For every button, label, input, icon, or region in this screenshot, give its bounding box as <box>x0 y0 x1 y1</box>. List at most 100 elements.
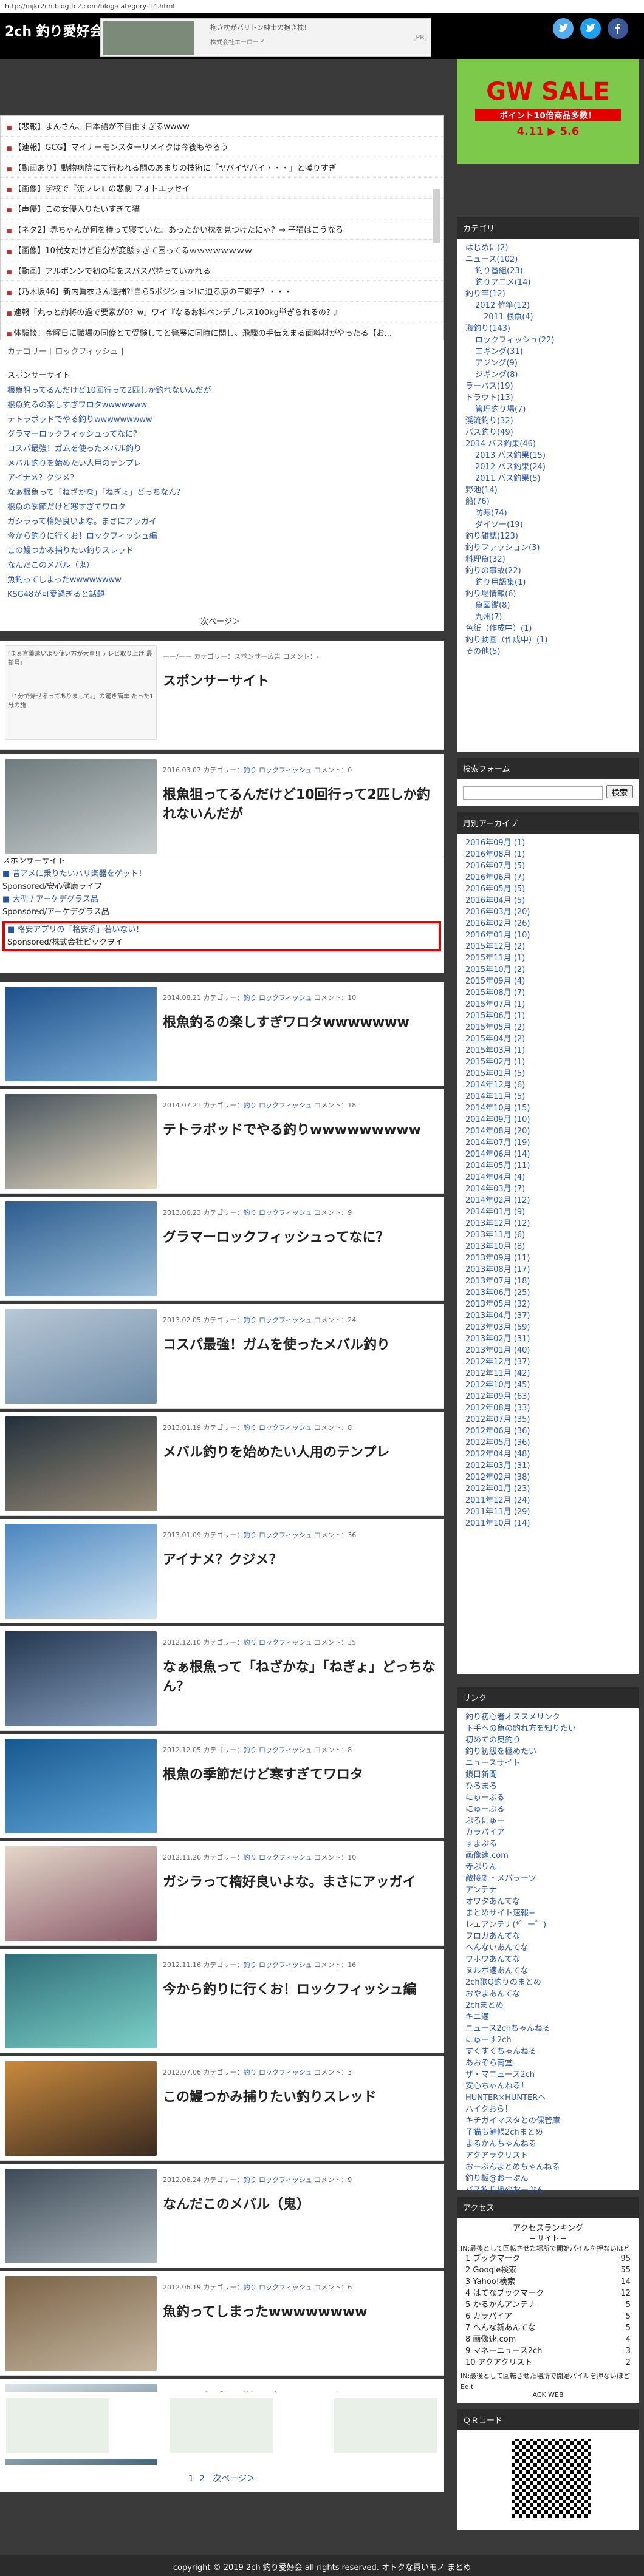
post-comments[interactable]: 9 <box>348 1209 352 1217</box>
sidebar-category[interactable]: 釣り雑誌(123) <box>457 531 639 542</box>
post-thumbnail[interactable] <box>5 1094 157 1189</box>
ranking-row[interactable]: 9 マネーニュース2ch 3 <box>457 2345 639 2357</box>
sidebar-category[interactable]: 2012 竹竿(12) <box>457 300 639 311</box>
post-thumbnail[interactable] <box>5 1201 157 1296</box>
archive-item[interactable]: 2012年08月 (33) <box>457 1402 639 1414</box>
ranking-site[interactable]: へんな新あんてな <box>473 2323 535 2333</box>
post-category-fishing[interactable]: 釣り <box>243 2068 256 2076</box>
post-thumbnail[interactable] <box>5 2276 157 2371</box>
post-category[interactable]: ロックフィッシュ <box>259 1746 312 1754</box>
page-2[interactable]: 2 <box>199 2474 205 2484</box>
archive-item[interactable]: 2014年04月 (4) <box>457 1172 639 1183</box>
antenna-item[interactable]: 【画像】学校で『流プレ』の悲劇 フォトエッセイ <box>1 178 443 199</box>
post-title[interactable]: この鰻つかみ捕りたい釣りスレッド <box>163 2088 436 2107</box>
ranking-site[interactable]: Yahoo!検索 <box>473 2277 515 2286</box>
post-comments[interactable]: 18 <box>348 1101 356 1109</box>
archive-item[interactable]: 2015年04月 (2) <box>457 1033 639 1045</box>
sidebar-category[interactable]: 九州(7) <box>457 611 639 623</box>
post-comments[interactable]: 3 <box>348 2068 352 2076</box>
sponsor-title[interactable]: スポンサーサイト <box>163 672 436 692</box>
post-category-fishing[interactable]: 釣り <box>243 994 256 1002</box>
ranking-row[interactable]: 6 カラパイア 5 <box>457 2311 639 2322</box>
sidebar-category[interactable]: ラーバス(19) <box>457 381 639 392</box>
link-item[interactable]: へんないあんてな <box>457 1942 639 1954</box>
footer-ad-item[interactable] <box>6 2398 109 2453</box>
post-title[interactable]: 根魚の季節だけど寒すぎてワロタ <box>163 1765 436 1785</box>
link-item[interactable]: フロガあんてな <box>457 1931 639 1942</box>
archive-item[interactable]: 2015年06月 (1) <box>457 1010 639 1022</box>
post-category[interactable]: ロックフィッシュ <box>259 994 312 1002</box>
footer-ad[interactable] <box>0 2392 444 2459</box>
ranking-site[interactable]: Google検索 <box>473 2266 516 2275</box>
post-comments[interactable]: 6 <box>348 2283 352 2291</box>
sidebar-category[interactable]: 釣りファッション(3) <box>457 542 639 554</box>
link-item[interactable]: HUNTER×HUNTERヘ <box>457 2092 639 2104</box>
sidebar-category[interactable]: 管理釣り場(7) <box>457 404 639 415</box>
post-category-fishing[interactable]: 釣り <box>243 766 256 774</box>
archive-item[interactable]: 2012年03月 (31) <box>457 1460 639 1472</box>
post-thumbnail[interactable] <box>5 2061 157 2156</box>
link-item[interactable]: ヌルボ速あんてな <box>457 1965 639 1977</box>
sidebar-category[interactable]: 防寒(74) <box>457 508 639 519</box>
ranking-row[interactable]: 8 画像速.com 4 <box>457 2334 639 2345</box>
sidebar-category[interactable]: 釣り動画（作成中）(1) <box>457 634 639 646</box>
sponsored-item[interactable]: ■ 大型 / アーケデグラス品 Sponsored/アーケデグラス品 <box>2 893 441 919</box>
post-title[interactable]: 根魚狙ってるんだけど10回行って2匹しか釣れないんだが <box>163 786 436 824</box>
ranking-edit[interactable]: Edit <box>457 2383 639 2391</box>
sponsored-item-text[interactable]: ■ 昔アメに乗りたいハリ楽器をゲット！ <box>2 868 441 880</box>
archive-item[interactable]: 2011年11月 (29) <box>457 1506 639 1518</box>
ranking-site[interactable]: 画像速.com <box>473 2335 516 2344</box>
link-item[interactable]: ニュース2chちゃんねる <box>457 2023 639 2034</box>
post-title[interactable]: グラマーロックフィッシュってなに？ <box>163 1228 436 1248</box>
link-item[interactable]: にゅーぷる <box>457 1792 639 1804</box>
ranking-row[interactable]: 3 Yahoo!検索 14 <box>457 2276 639 2288</box>
sidebar-category[interactable]: エギング(31) <box>457 346 639 358</box>
post-title[interactable]: 根魚釣るの楽しすぎワロタwwwwwww <box>163 1013 436 1033</box>
post-comments[interactable]: 36 <box>348 1531 356 1539</box>
link-item[interactable]: 寺ぷりん <box>457 1861 639 1873</box>
sidebar-category[interactable]: はじめに(2) <box>457 242 639 254</box>
ranking-row[interactable]: 5 かるかんアンテナ 5 <box>457 2299 639 2311</box>
archive-item[interactable]: 2014年05月 (11) <box>457 1160 639 1172</box>
link-item[interactable]: ザ・マニュース2ch <box>457 2069 639 2081</box>
sponsored-item-text[interactable]: ■ 大型 / アーケデグラス品 <box>2 893 441 906</box>
archive-item[interactable]: 2013年01月 (40) <box>457 1345 639 1356</box>
post-title[interactable]: 今から釣りに行くお！ロックフィッシュ編 <box>163 1980 436 2000</box>
search-input[interactable] <box>463 786 603 800</box>
post-thumbnail[interactable] <box>5 987 157 1081</box>
post-thumbnail[interactable] <box>5 1309 157 1404</box>
ranking-row[interactable]: 4 はてなブックマーク 12 <box>457 2288 639 2299</box>
archive-item[interactable]: 2015年02月 (1) <box>457 1056 639 1068</box>
archive-item[interactable]: 2015年12月 (2) <box>457 941 639 953</box>
post-thumbnail[interactable] <box>5 1631 157 1726</box>
link-item[interactable]: 釣り初級を極めたい <box>457 1746 639 1758</box>
ranking-site[interactable]: アクアクリスト <box>478 2358 533 2367</box>
link-item[interactable]: すまぷる <box>457 1838 639 1850</box>
post-category[interactable]: ロックフィッシュ <box>259 766 312 774</box>
sponsored-item[interactable]: ■ 格安アプリの「格安系」若いない！ Sponsored/株式会社ピックヲイ <box>2 921 441 951</box>
ranking-row[interactable]: 10 アクアクリスト 2 <box>457 2357 639 2368</box>
footer-ad-item[interactable] <box>170 2398 273 2453</box>
archive-item[interactable]: 2015年07月 (1) <box>457 999 639 1010</box>
antenna-item[interactable]: 【声優】この女優入りたいすぎて猫 <box>1 199 443 219</box>
archive-item[interactable]: 2013年04月 (37) <box>457 1310 639 1322</box>
archive-item[interactable]: 2016年06月 (7) <box>457 872 639 883</box>
post-title[interactable]: アイナメ？クジメ？ <box>163 1551 436 1570</box>
sidebar-category[interactable]: 2014 バス釣果(46) <box>457 438 639 450</box>
post-category[interactable]: ロックフィッシュ <box>259 1424 312 1432</box>
antenna-item[interactable]: 【画像】10代女だけど自分が変態すぎて困ってるｗｗｗｗｗｗｗｗ <box>1 240 443 260</box>
category-item[interactable]: なんだこのメバル（鬼） <box>7 559 436 573</box>
link-item[interactable]: おやまあんてな <box>457 1988 639 2000</box>
sidebar-category[interactable]: バス釣り(49) <box>457 427 639 438</box>
ranking-site[interactable]: カラパイア <box>473 2312 512 2321</box>
archive-item[interactable]: 2013年07月 (18) <box>457 1276 639 1287</box>
post-title[interactable]: コスパ最強！ガムを使ったメバル釣り <box>163 1336 436 1355</box>
category-item[interactable]: 根魚狙ってるんだけど10回行って2匹しか釣れないんだが <box>7 384 436 398</box>
sponsor-ad-thumb[interactable]: [まぁ言葉遣いより使い方が大事!] テレビ取り上げ 最新号! 「1分で帰せるって… <box>5 645 157 740</box>
sidebar-category[interactable]: 釣り場情報(6) <box>457 588 639 600</box>
site-title[interactable]: 2ch 釣り愛好会 <box>5 21 103 40</box>
archive-item[interactable]: 2015年11月 (1) <box>457 953 639 964</box>
archive-item[interactable]: 2012年01月 (23) <box>457 1483 639 1495</box>
post-title[interactable]: なんだこのメバル（鬼） <box>163 2195 436 2215</box>
post-comments[interactable]: 8 <box>348 1746 352 1754</box>
